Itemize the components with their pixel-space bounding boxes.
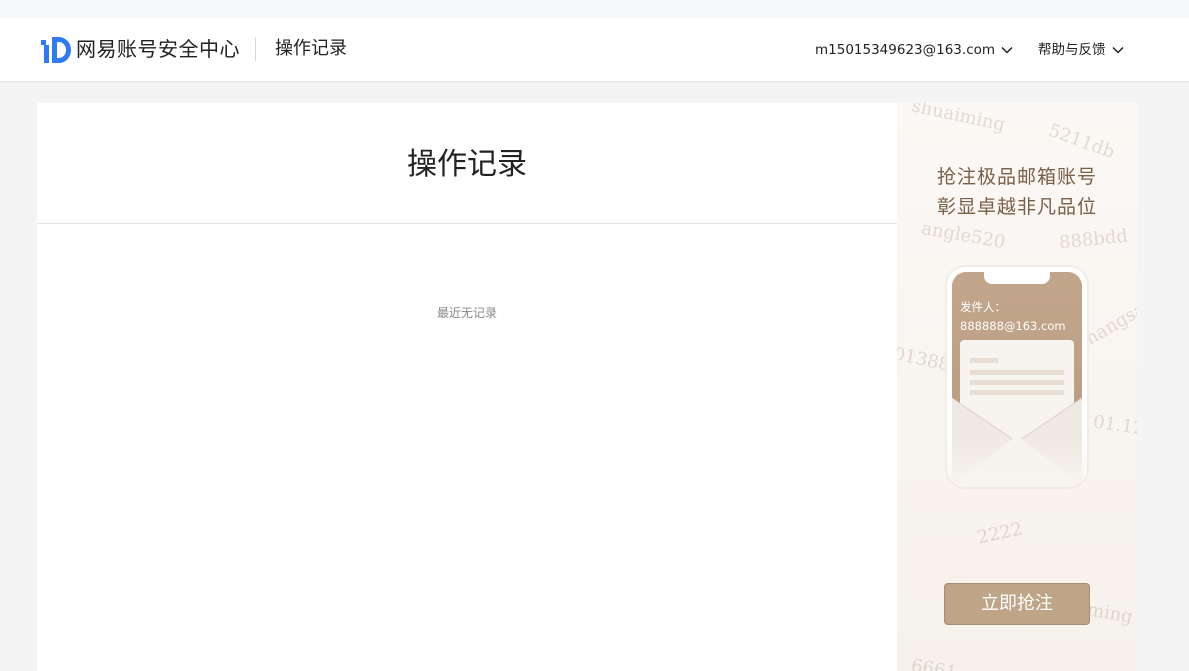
netease-id-logo-icon[interactable]: [41, 37, 71, 63]
help-feedback-menu[interactable]: 帮助与反馈: [1038, 40, 1125, 60]
page-title: 操作记录: [407, 147, 527, 182]
promo-headline-2: 彰显卓越非凡品位: [936, 196, 1097, 218]
chevron-down-icon: [1111, 46, 1124, 54]
watermark-text: 5211db: [1045, 119, 1118, 164]
sender-label: 发件人：: [960, 300, 1006, 314]
watermark-text: 2222: [975, 518, 1025, 549]
account-menu[interactable]: m15015349623@163.com: [815, 40, 1014, 60]
header-divider: [255, 37, 256, 61]
letter-line: [970, 358, 998, 363]
header: 网易账号安全中心 操作记录 m15015349623@163.com 帮助与反馈: [0, 18, 1189, 82]
phone-illustration: 发件人： 888888@163.com: [947, 267, 1087, 487]
watermark-text: 888bdd: [1058, 225, 1129, 254]
letter-line: [970, 380, 1064, 385]
register-now-button[interactable]: 立即抢注: [944, 583, 1090, 625]
help-feedback-label: 帮助与反馈: [1038, 42, 1106, 58]
watermark-text: 01388: [897, 343, 952, 376]
phone-notch: [984, 272, 1050, 284]
watermark-text: 01.12: [1091, 411, 1137, 440]
top-strip: [0, 0, 1189, 18]
title-divider: [37, 223, 897, 224]
promo-headline-1: 抢注极品邮箱账号: [936, 166, 1097, 188]
watermark-text: ming: [1085, 599, 1135, 628]
watermark-text: shuaiming: [909, 103, 1008, 136]
account-email: m15015349623@163.com: [815, 42, 996, 58]
sender-email: 888888@163.com: [960, 319, 1066, 333]
brand-name[interactable]: 网易账号安全中心: [76, 35, 240, 63]
chevron-down-icon: [1001, 46, 1013, 54]
letter-line: [970, 370, 1064, 375]
header-subtitle: 操作记录: [275, 38, 347, 59]
watermark-text: angle520: [919, 217, 1007, 254]
empty-state-text: 最近无记录: [436, 306, 497, 320]
phone-fade: [947, 437, 1087, 487]
promo-banner[interactable]: shuaiming 5211db angle520 888bdd zhangsa…: [897, 103, 1137, 671]
operation-records-panel: 操作记录 最近无记录: [37, 103, 897, 671]
watermark-text: 6661: [909, 655, 959, 671]
